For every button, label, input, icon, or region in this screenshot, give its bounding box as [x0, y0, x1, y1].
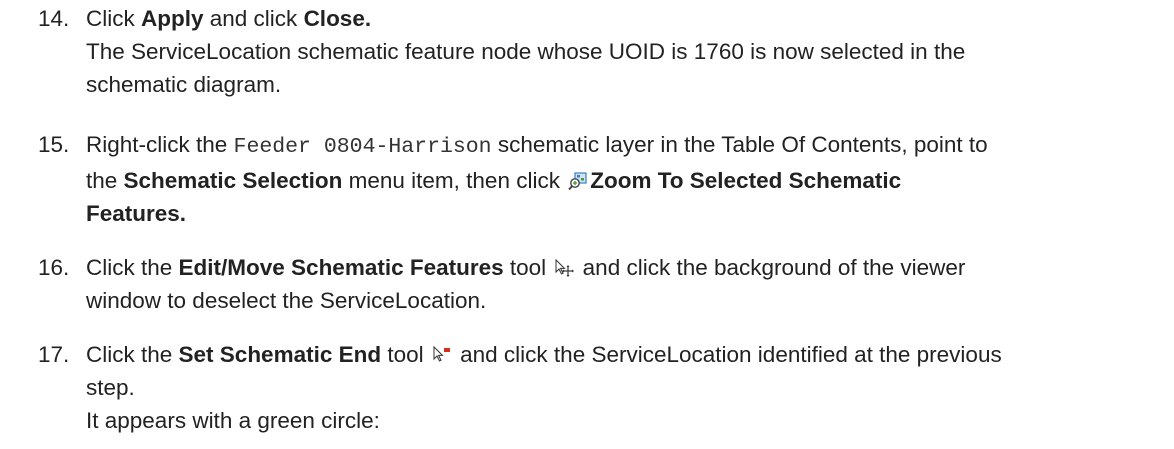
step-line: It appears with a green circle: [86, 408, 380, 433]
step-number: 16. [38, 255, 70, 280]
text-run: and click the ServiceLocation identified… [453, 342, 1002, 367]
step-line: Click the Set Schematic End tool and cli… [86, 338, 1161, 371]
text-run: Click the [86, 255, 179, 280]
step-number: 14. [38, 6, 70, 31]
step-line: window to deselect the ServiceLocation. [86, 288, 487, 313]
text-run: and click [203, 6, 304, 31]
layer-name-code: Feeder 0804-Harrison [233, 135, 492, 159]
text-run: the [86, 168, 124, 193]
step-line: step. [86, 375, 135, 400]
step-line: Click the Edit/Move Schematic Features t… [86, 251, 1161, 284]
text-run: menu item, then click [342, 168, 567, 193]
step-content: Click the Edit/Move Schematic Features t… [86, 251, 1161, 317]
step-line: Features. [86, 197, 1161, 230]
step-line: Right-click the Feeder 0804-Harrison sch… [86, 128, 1161, 164]
text-run: Right-click the [86, 132, 234, 157]
ui-term-zoom-to-selected: Zoom To Selected Schematic [590, 168, 902, 193]
step-line: the Schematic Selection menu item, then … [86, 164, 1161, 197]
step-line: The ServiceLocation schematic feature no… [86, 39, 966, 64]
text-run: Click [86, 6, 141, 31]
text-run: tool [381, 342, 430, 367]
step-line: schematic diagram. [86, 72, 282, 97]
step-line: Click Apply and click Close. [86, 2, 1161, 35]
step-number: 15. [38, 132, 70, 157]
ui-term-set-schematic-end: Set Schematic End [178, 342, 382, 367]
text-run: tool [503, 255, 553, 280]
ui-term-close: Close. [303, 6, 372, 31]
step-content: Click the Set Schematic End tool and cli… [86, 338, 1161, 437]
step-content: Click Apply and click Close. The Service… [86, 2, 1161, 101]
ui-term-edit-move: Edit/Move Schematic Features [178, 255, 504, 280]
step-content: Right-click the Feeder 0804-Harrison sch… [86, 128, 1161, 230]
text-run: and click the background of the viewer [576, 255, 966, 280]
ui-term-apply: Apply [141, 6, 204, 31]
ui-term-schematic-selection: Schematic Selection [123, 168, 343, 193]
set-schematic-end-tool-icon [432, 345, 452, 365]
ui-term-features: Features. [86, 201, 187, 226]
text-run: Click the [86, 342, 179, 367]
document-page: 14. Click Apply and click Close. The Ser… [0, 0, 1174, 449]
edit-move-tool-icon [554, 258, 575, 278]
text-run: schematic layer in the Table Of Contents… [491, 132, 988, 157]
zoom-to-selected-icon [568, 171, 588, 191]
step-number: 17. [38, 342, 70, 367]
